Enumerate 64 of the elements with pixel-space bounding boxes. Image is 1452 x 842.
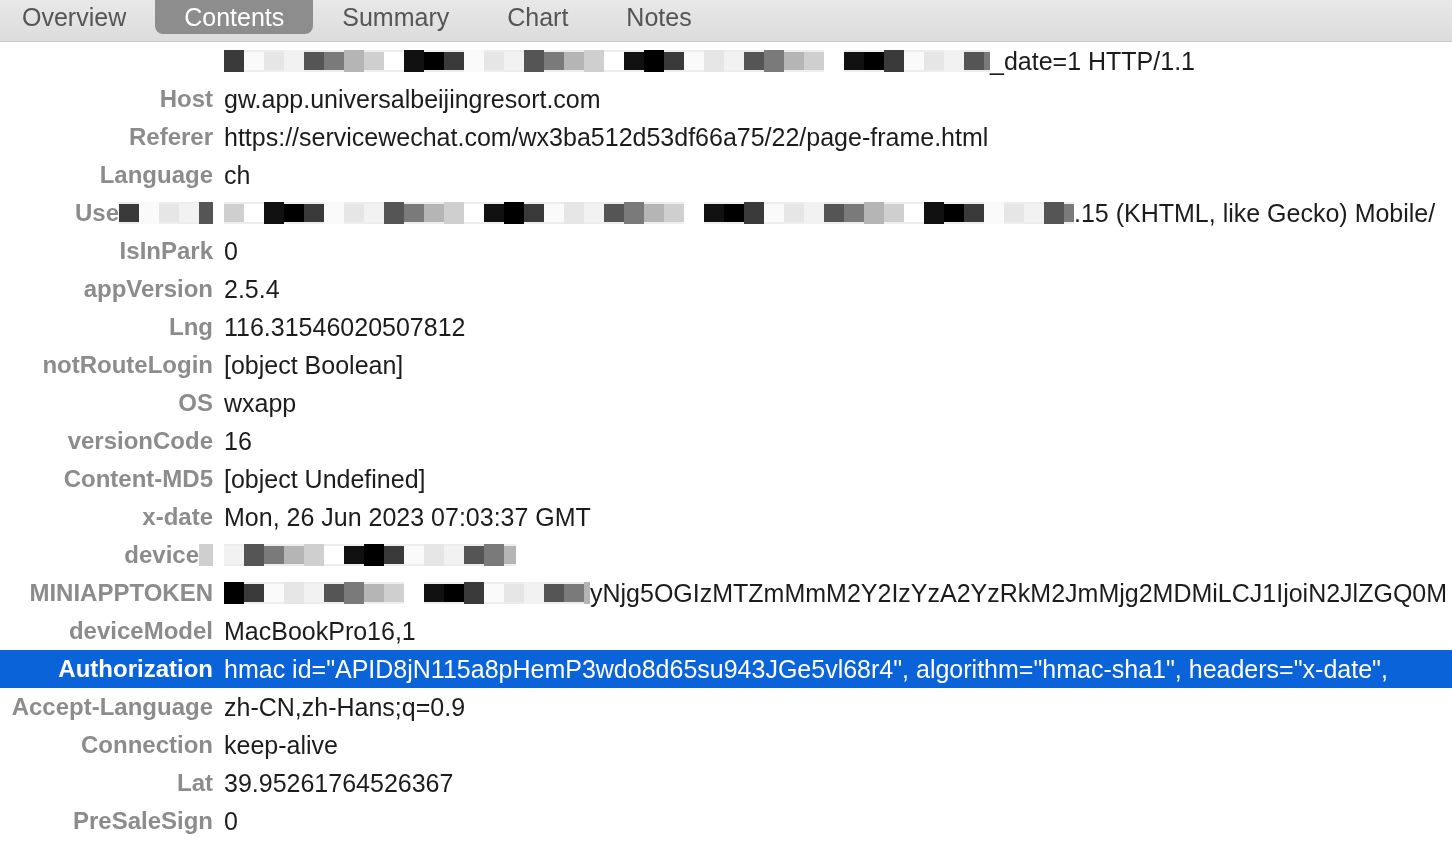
header-row[interactable]: Use .15 (KHTML, like Gecko) Mobile/	[0, 194, 1452, 232]
header-name: Referer	[128, 123, 213, 151]
header-value: 0	[224, 236, 238, 266]
header-name: Use	[74, 199, 119, 227]
header-name: MINIAPPTOKEN	[29, 579, 213, 607]
header-name: Connection	[81, 731, 213, 759]
header-row[interactable]: _date=1 HTTP/1.1	[0, 42, 1452, 80]
header-row[interactable]: Connection keep-alive	[0, 726, 1452, 764]
header-value: [object Undefined]	[224, 464, 426, 494]
header-row[interactable]: PreSaleSign 0	[0, 802, 1452, 840]
header-name: Lng	[169, 313, 213, 341]
header-value: .15 (KHTML, like Gecko) Mobile/	[1074, 198, 1436, 228]
header-row[interactable]: Content-MD5 [object Undefined]	[0, 460, 1452, 498]
header-name: Accept-Language	[11, 693, 213, 721]
tab[interactable]: Summary	[313, 0, 479, 34]
header-name: x-date	[142, 503, 213, 531]
header-row[interactable]: appVersion 2.5.4	[0, 270, 1452, 308]
header-value: MacBookPro16,1	[224, 616, 416, 646]
header-row[interactable]: x-date Mon, 26 Jun 2023 07:03:37 GMT	[0, 498, 1452, 536]
header-row[interactable]: deviceModel MacBookPro16,1	[0, 612, 1452, 650]
header-value: 16	[224, 426, 252, 456]
header-row[interactable]: Host gw.app.universalbeijingresort.com	[0, 80, 1452, 118]
header-name: Authorization	[58, 655, 213, 683]
header-value: Mon, 26 Jun 2023 07:03:37 GMT	[224, 502, 591, 532]
header-row[interactable]: notRouteLogin [object Boolean]	[0, 346, 1452, 384]
header-name: device	[124, 541, 199, 569]
header-value: 2.5.4	[224, 274, 280, 304]
header-value: yNjg5OGIzMTZmMmM2Y2IzYzA2YzRkM2JmMjg2MDMiLCJ1IjoiN2JlZGQ0M	[590, 578, 1448, 608]
header-row[interactable]: Lng 116.31546020507812	[0, 308, 1452, 346]
header-name: PreSaleSign	[72, 807, 213, 835]
header-name: deviceModel	[68, 617, 213, 645]
tab[interactable]: Chart	[478, 0, 598, 34]
header-value: https://servicewechat.com/wx3ba512d53df66a75/22/page-frame.html	[224, 122, 989, 152]
header-name: Lat	[177, 769, 213, 797]
tab[interactable]: Notes	[597, 0, 721, 34]
header-value: 0	[224, 806, 238, 836]
header-name: notRouteLogin	[42, 351, 213, 379]
header-name: appVersion	[83, 275, 213, 303]
header-value: keep-alive	[224, 730, 338, 760]
header-row[interactable]: Language ch	[0, 156, 1452, 194]
header-value: ch	[224, 160, 251, 190]
header-row[interactable]: Lat 39.95261764526367	[0, 764, 1452, 802]
header-row[interactable]: OS wxapp	[0, 384, 1452, 422]
header-name: IsInPark	[119, 237, 213, 265]
header-value: zh-CN,zh-Hans;q=0.9	[224, 692, 466, 722]
header-value: 116.31546020507812	[224, 312, 466, 342]
header-value: 39.95261764526367	[224, 768, 454, 798]
header-value: [object Boolean]	[224, 350, 404, 380]
header-row[interactable]: Accept-Language zh-CN,zh-Hans;q=0.9	[0, 688, 1452, 726]
header-value: _date=1 HTTP/1.1	[990, 46, 1195, 76]
header-row[interactable]: IsInPark 0	[0, 232, 1452, 270]
header-row[interactable]: MINIAPPTOKEN yNjg5OGIzMTZmMmM2Y2IzYzA2YzRkM2JmMjg2MDMiLCJ1IjoiN2JlZGQ0M	[0, 574, 1452, 612]
tab[interactable]: Overview	[0, 0, 156, 34]
header-name: Content-MD5	[63, 465, 213, 493]
header-name: versionCode	[67, 427, 213, 455]
header-row[interactable]: Referer https://servicewechat.com/wx3ba512d53df66a75/22/page-frame.html	[0, 118, 1452, 156]
header-name: OS	[178, 389, 213, 417]
header-name: Language	[99, 161, 213, 189]
header-value: wxapp	[224, 388, 297, 418]
header-value: gw.app.universalbeijingresort.com	[224, 84, 601, 114]
header-row[interactable]: versionCode 16	[0, 422, 1452, 460]
header-name: Host	[159, 85, 213, 113]
header-value: hmac id="APID8jN115a8pHemP3wdo8d65su943JGe5vl68r4", algorithm="hmac-sha1", headers="x-date",	[224, 654, 1388, 684]
header-row[interactable]: Authorization hmac id="APID8jN115a8pHemP3wdo8d65su943JGe5vl68r4", algorithm="hmac-sha1", headers="x-date",	[0, 650, 1452, 688]
